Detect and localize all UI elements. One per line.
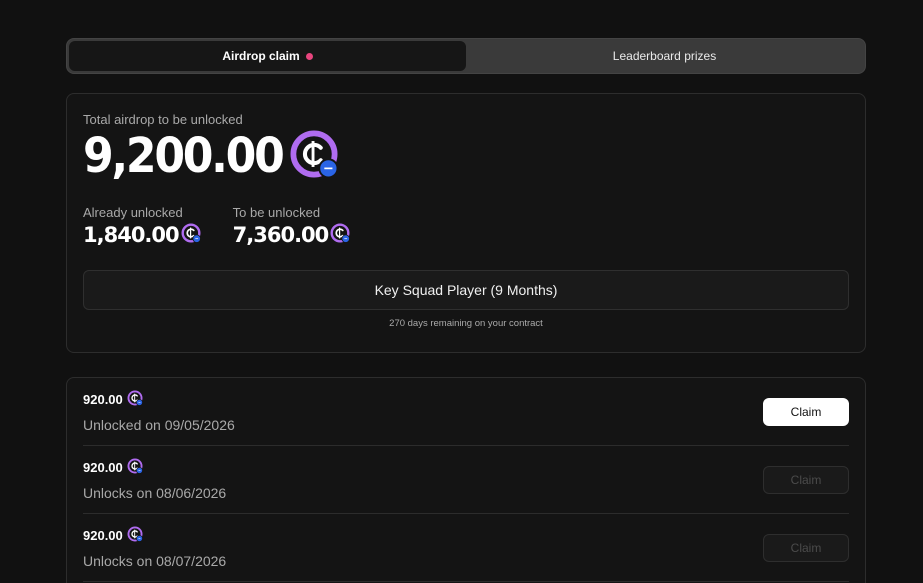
- already-unlocked-label: Already unlocked: [83, 205, 183, 220]
- unlock-amount: 920.00: [83, 392, 123, 407]
- unlock-row: 920.00 Unlocked on 09/05/2026 Claim: [83, 378, 849, 446]
- tab-label: Leaderboard prizes: [612, 49, 717, 63]
- to-be-unlocked: To be unlocked 7,360.00: [233, 205, 351, 248]
- unlock-date: Unlocked on 09/05/2026: [83, 417, 235, 433]
- unlock-date: Unlocks on 08/06/2026: [83, 485, 227, 501]
- unlock-amount-row: 920.00: [83, 458, 226, 477]
- unlock-row: 920.00 Unlocks on 08/07/2026 Claim: [83, 514, 849, 582]
- tab-label: Airdrop claim: [222, 49, 300, 63]
- already-unlocked: Already unlocked 1,840.00: [83, 205, 201, 248]
- unlock-info: 920.00 Unlocks on 08/06/2026: [83, 458, 226, 501]
- unlock-row: 920.00 Unlocks on 08/06/2026 Claim: [83, 446, 849, 514]
- to-be-unlocked-amount: 7,360.00: [232, 223, 330, 247]
- already-unlocked-amount: 1,840.00: [83, 223, 180, 247]
- notification-dot: [305, 52, 313, 60]
- airdrop-summary-card: Total airdrop to be unlocked 9,200.00 Al…: [66, 93, 866, 353]
- coin-icon: [181, 223, 201, 248]
- contract-remaining-note: 270 days remaining on your contract: [389, 318, 543, 329]
- coin-icon: [127, 390, 143, 409]
- total-label: Total airdrop to be unlocked: [83, 112, 243, 127]
- total-amount: 9,200.00: [83, 128, 285, 184]
- contract-button[interactable]: Key Squad Player (9 Months): [83, 270, 849, 310]
- coin-icon: [330, 223, 351, 248]
- contract-label: Key Squad Player (9 Months): [374, 282, 558, 298]
- unlock-amount-row: 920.00: [83, 390, 235, 409]
- claim-button: Claim: [763, 465, 849, 494]
- to-be-unlocked-label: To be unlocked: [232, 205, 321, 220]
- unlock-amount-row: 920.00: [83, 526, 226, 545]
- unlock-schedule-list: 920.00 Unlocked on 09/05/2026 Claim 920.…: [66, 377, 866, 583]
- tab-airdrop-claim[interactable]: Airdrop claim: [69, 41, 466, 71]
- coin-icon: [290, 129, 339, 183]
- unlock-date: Unlocks on 08/07/2026: [83, 553, 227, 569]
- coin-icon: [127, 458, 143, 477]
- airdrop-panel: Airdrop claim Leaderboard prizes Total a…: [66, 38, 866, 583]
- claim-button: Claim: [763, 533, 849, 562]
- total-amount-row: 9,200.00: [83, 129, 849, 183]
- coin-icon: [127, 526, 143, 545]
- claim-button[interactable]: Claim: [763, 397, 849, 426]
- unlock-amount: 920.00: [83, 528, 123, 543]
- unlock-info: 920.00 Unlocks on 08/07/2026: [83, 526, 226, 569]
- tab-bar: Airdrop claim Leaderboard prizes: [66, 38, 866, 74]
- tab-leaderboard-prizes[interactable]: Leaderboard prizes: [466, 41, 863, 71]
- unlock-info: 920.00 Unlocked on 09/05/2026: [83, 390, 235, 433]
- unlock-split: Already unlocked 1,840.00 To be unlocked…: [83, 205, 849, 248]
- unlock-amount: 920.00: [83, 460, 123, 475]
